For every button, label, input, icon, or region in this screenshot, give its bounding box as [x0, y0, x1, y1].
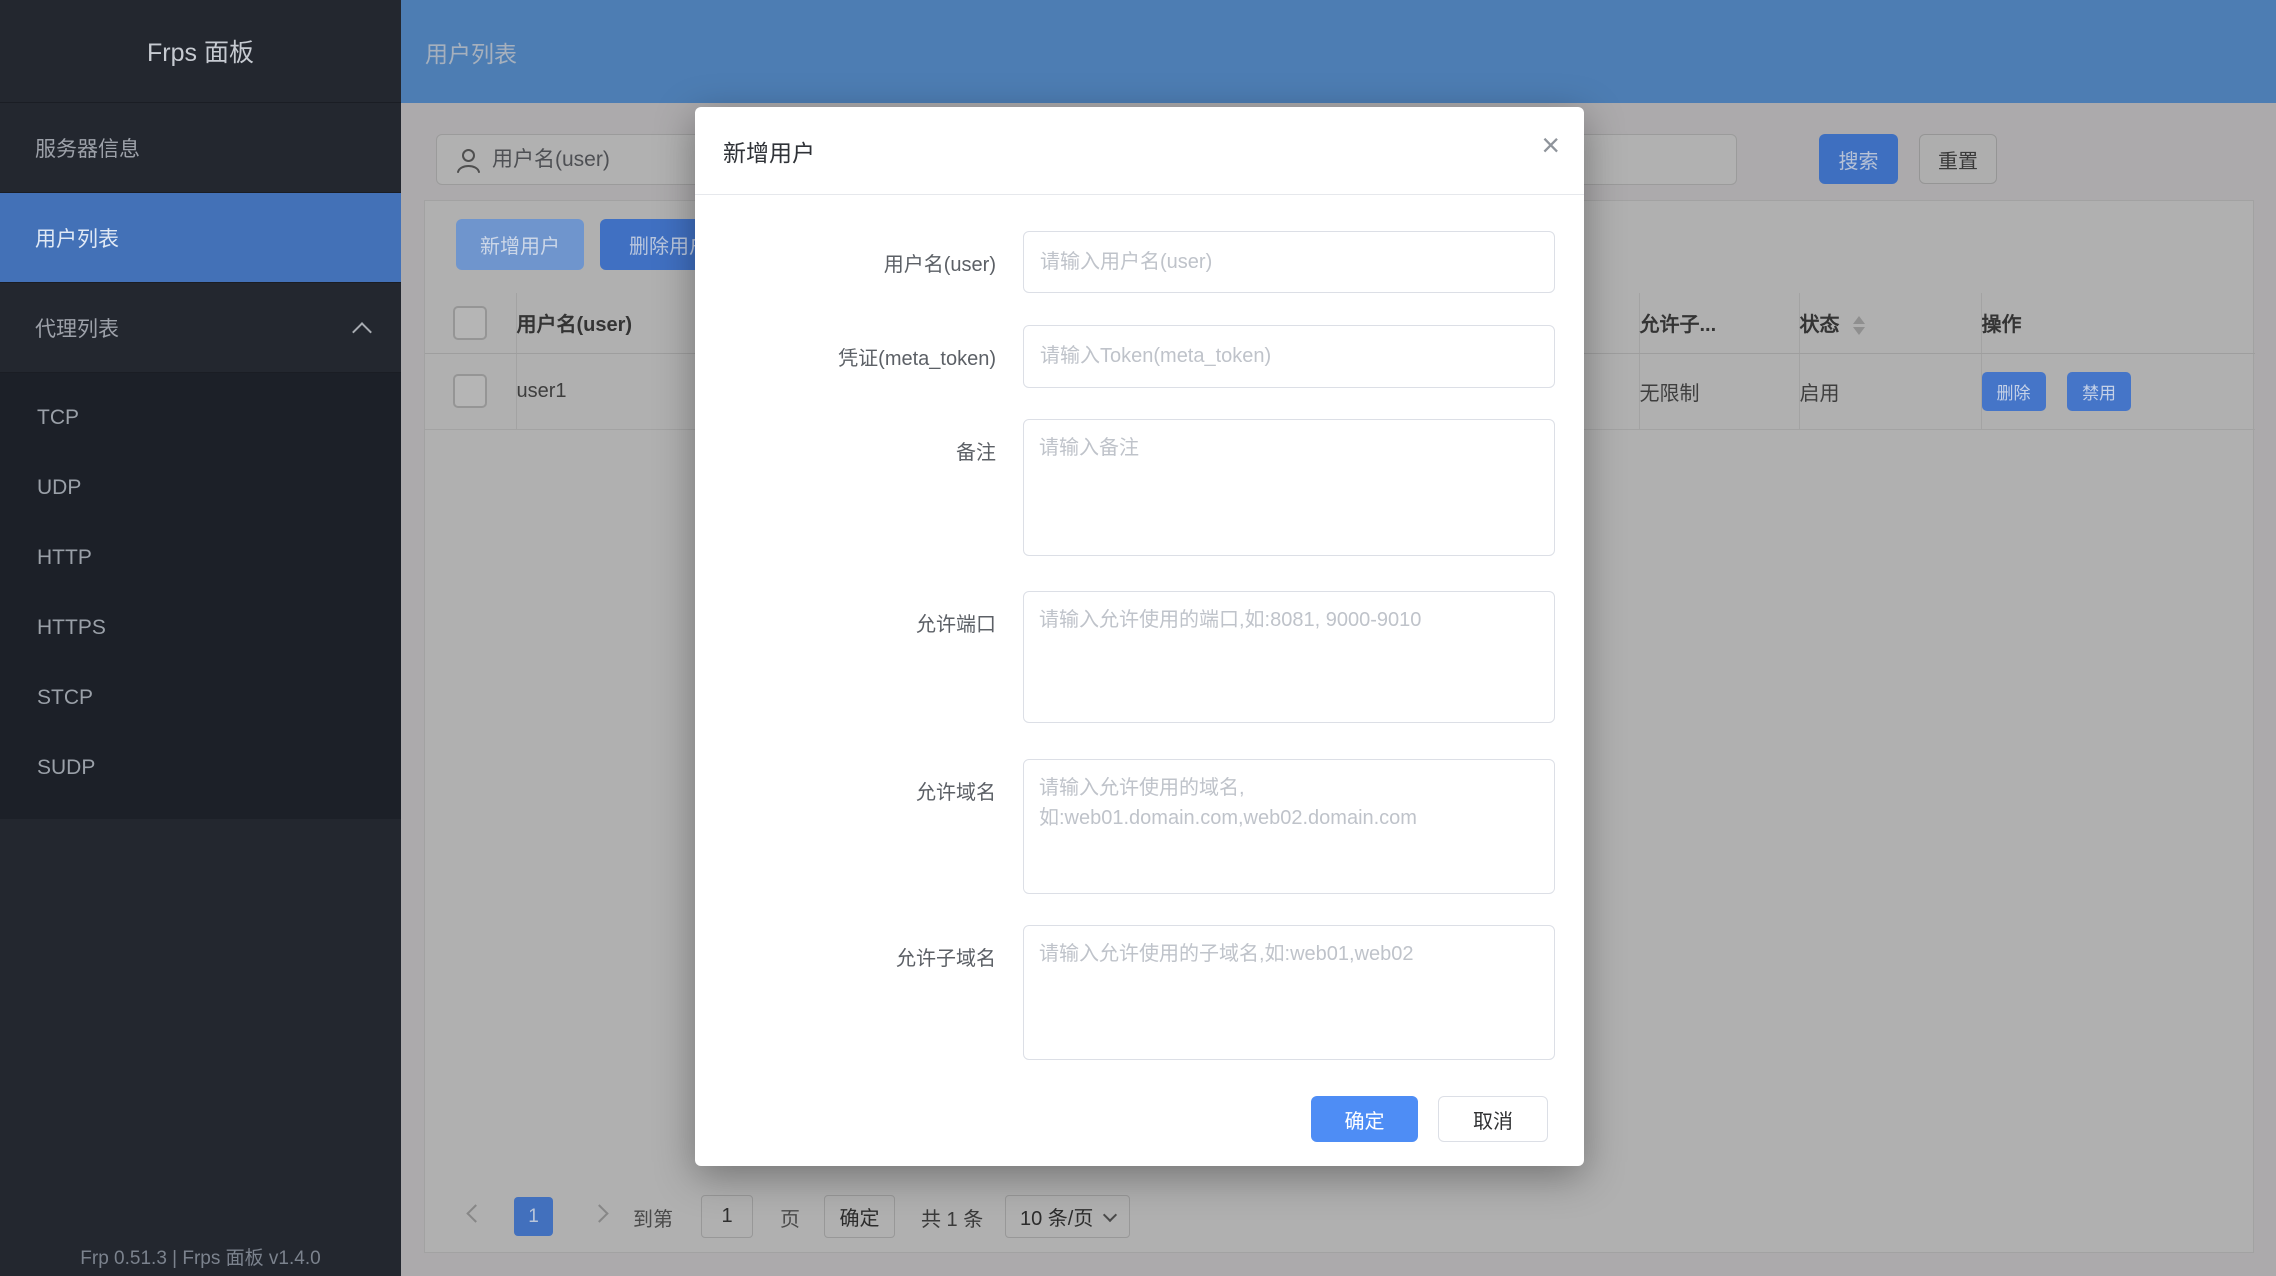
sidebar-item-stcp[interactable]: STCP: [0, 663, 401, 733]
close-icon[interactable]: ×: [1541, 129, 1560, 161]
goto-confirm-button[interactable]: 确定: [824, 1195, 895, 1238]
version-footer: Frp 0.51.3 | Frps 面板 v1.4.0: [0, 1243, 401, 1270]
field-label-token: 凭证(meta_token): [695, 325, 996, 387]
chevron-down-icon: [1103, 1208, 1117, 1222]
sidebar-item-udp[interactable]: UDP: [0, 453, 401, 523]
cell-status: 启用: [1799, 353, 1981, 429]
page-size-select[interactable]: 10 条/页: [1005, 1195, 1130, 1238]
sidebar-item-label: UDP: [37, 476, 81, 500]
goto-prefix-label: 到第: [633, 1203, 673, 1232]
sidebar-item-tcp[interactable]: TCP: [0, 383, 401, 453]
column-header-allow-subdomain[interactable]: 允许子...: [1639, 293, 1799, 353]
sidebar-item-label: HTTPS: [37, 616, 106, 640]
confirm-button[interactable]: 确定: [1311, 1096, 1418, 1142]
sidebar-nav: 服务器信息 用户列表 代理列表 TCP UDP HTTP HTTPS STCP …: [0, 103, 401, 819]
comment-textarea[interactable]: [1023, 419, 1555, 556]
sidebar-item-sudp[interactable]: SUDP: [0, 733, 401, 803]
page-header: 用户列表: [401, 0, 2276, 103]
add-user-dialog: 新增用户 × 用户名(user) 凭证(meta_token) 备注 允许端口 …: [695, 107, 1584, 1166]
select-all-checkbox[interactable]: [453, 306, 487, 340]
username-input[interactable]: [1023, 231, 1555, 293]
sidebar-item-label: 代理列表: [35, 313, 119, 343]
cancel-button[interactable]: 取消: [1438, 1096, 1548, 1142]
pagination: 1 到第 页 确定 共 1 条 10 条/页: [425, 1195, 2253, 1238]
proxy-submenu: TCP UDP HTTP HTTPS STCP SUDP: [0, 373, 401, 819]
total-count-label: 共 1 条: [921, 1203, 983, 1232]
page-number-button[interactable]: 1: [514, 1197, 553, 1236]
sidebar-item-server-info[interactable]: 服务器信息: [0, 103, 401, 193]
frps-panel-app: Frps 面板 服务器信息 用户列表 代理列表 TCP UDP HTTP HTT…: [0, 0, 2276, 1276]
goto-page-input[interactable]: [701, 1195, 753, 1238]
dialog-header: 新增用户 ×: [695, 107, 1584, 195]
sidebar-item-proxy-list[interactable]: 代理列表: [0, 283, 401, 373]
column-header-actions: 操作: [1981, 293, 2255, 353]
allow-ports-textarea[interactable]: [1023, 591, 1555, 723]
field-label-comment: 备注: [695, 419, 996, 481]
cell-actions: 删除 禁用: [1981, 353, 2255, 429]
sidebar-item-label: 服务器信息: [35, 133, 140, 163]
sidebar-item-https[interactable]: HTTPS: [0, 593, 401, 663]
sidebar-item-label: HTTP: [37, 546, 92, 570]
field-label-username: 用户名(user): [695, 231, 996, 293]
page-size-value: 10 条/页: [1020, 1202, 1093, 1231]
field-label-allow-subdomains: 允许子域名: [695, 925, 996, 987]
sidebar-item-http[interactable]: HTTP: [0, 523, 401, 593]
app-title: Frps 面板: [0, 0, 401, 103]
goto-suffix-label: 页: [780, 1203, 800, 1232]
next-page-icon[interactable]: [593, 1207, 613, 1227]
field-label-allow-ports: 允许端口: [695, 591, 996, 653]
sidebar-item-label: TCP: [37, 406, 79, 430]
add-user-button[interactable]: 新增用户: [456, 219, 584, 270]
cell-allow-subdomain: 无限制: [1639, 353, 1799, 429]
sidebar-item-label: SUDP: [37, 756, 95, 780]
token-input[interactable]: [1023, 325, 1555, 388]
reset-button[interactable]: 重置: [1919, 134, 1997, 184]
row-delete-button[interactable]: 删除: [1982, 372, 2046, 411]
sort-icon[interactable]: [1853, 316, 1865, 335]
field-label-allow-domains: 允许域名: [695, 759, 996, 821]
allow-subdomains-textarea[interactable]: [1023, 925, 1555, 1060]
column-header-status[interactable]: 状态: [1799, 293, 1981, 353]
page-title: 用户列表: [401, 35, 517, 69]
chevron-up-icon: [352, 322, 372, 342]
dialog-title: 新增用户: [695, 134, 815, 168]
row-disable-button[interactable]: 禁用: [2067, 372, 2131, 411]
row-checkbox[interactable]: [453, 374, 487, 408]
sidebar-item-user-list[interactable]: 用户列表: [0, 193, 401, 283]
search-button[interactable]: 搜索: [1819, 134, 1898, 184]
sidebar: Frps 面板 服务器信息 用户列表 代理列表 TCP UDP HTTP HTT…: [0, 0, 401, 1276]
sidebar-item-label: STCP: [37, 686, 93, 710]
prev-page-icon[interactable]: [469, 1207, 489, 1227]
user-icon: [455, 147, 482, 174]
sidebar-item-label: 用户列表: [35, 223, 119, 253]
allow-domains-textarea[interactable]: [1023, 759, 1555, 894]
